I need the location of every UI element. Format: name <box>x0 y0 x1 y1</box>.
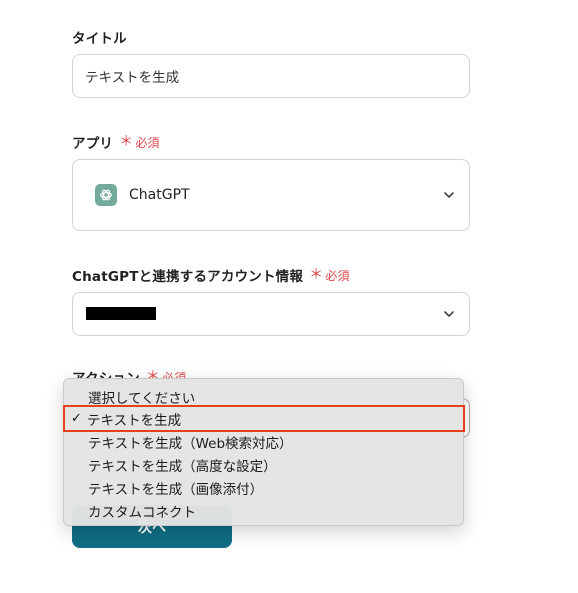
app-select[interactable]: ChatGPT <box>72 159 470 231</box>
app-name: ChatGPT <box>129 187 190 203</box>
title-input-wrapper[interactable] <box>72 54 470 98</box>
menu-item-generate-text-image[interactable]: テキストを生成（画像添付） <box>64 477 463 499</box>
menu-item-generate-text[interactable]: ✓ テキストを生成 <box>63 405 465 432</box>
chevron-down-icon <box>444 192 454 198</box>
app-label: アプリ ＊ 必須 <box>72 134 160 152</box>
openai-logo-icon <box>95 184 117 206</box>
form-page: タイトル アプリ ＊ 必須 ChatGPT <box>0 0 578 593</box>
menu-item-custom-connect[interactable]: カスタムコネクト <box>64 500 463 522</box>
required-badge: ＊ 必須 <box>119 134 160 150</box>
required-badge: ＊ 必須 <box>309 267 350 283</box>
menu-item-generate-text-web[interactable]: テキストを生成（Web検索対応） <box>64 431 463 453</box>
title-input[interactable] <box>73 55 469 97</box>
title-label: タイトル <box>72 31 127 47</box>
checkmark-icon: ✓ <box>71 411 82 426</box>
redacted-account-name <box>86 307 156 320</box>
action-dropdown-menu[interactable]: 選択してください ✓ テキストを生成 テキストを生成（Web検索対応） テキスト… <box>63 378 465 526</box>
chevron-down-icon <box>444 311 454 317</box>
account-select[interactable] <box>72 292 470 336</box>
account-label: ChatGPTと連携するアカウント情報 ＊ 必須 <box>72 267 350 285</box>
menu-item-generate-text-advanced[interactable]: テキストを生成（高度な設定） <box>64 454 463 476</box>
selected-app: ChatGPT <box>95 160 190 230</box>
